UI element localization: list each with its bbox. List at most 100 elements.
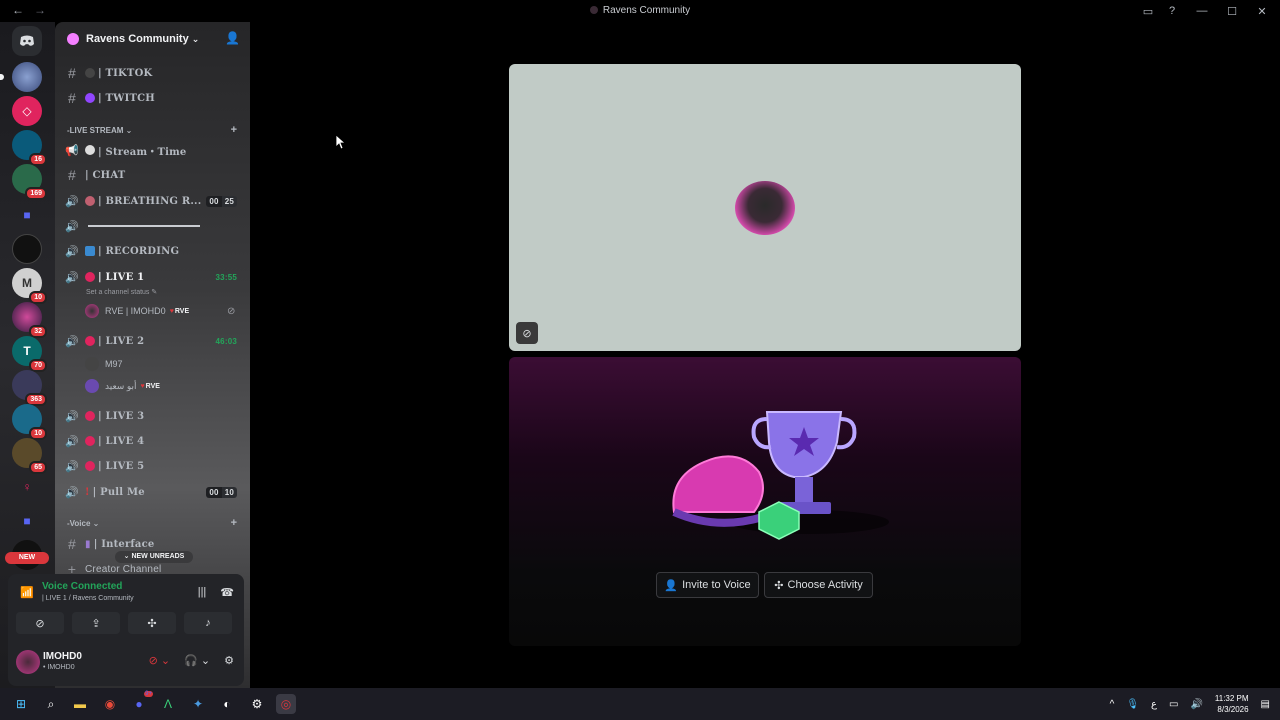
voice-buttons: ⊘ ⇪ ✣ ♪: [16, 612, 232, 634]
server-icon-1[interactable]: [0, 62, 42, 92]
category-live-stream[interactable]: -LIVE STREAM ⌄ +: [67, 123, 243, 137]
windows-start-icon[interactable]: ⊞: [11, 694, 31, 714]
add-channel-icon[interactable]: +: [231, 124, 237, 136]
server-icon-8[interactable]: T 70: [12, 336, 47, 372]
server-icon-9[interactable]: 363: [12, 370, 47, 406]
search-icon[interactable]: ⌕: [41, 694, 61, 714]
channel-stream-time[interactable]: 📢 | Stream・Time: [63, 139, 243, 161]
server-icon-5[interactable]: [12, 234, 42, 264]
minimize-icon[interactable]: —: [1184, 5, 1220, 17]
discord-app-icon[interactable]: ● 9+: [129, 691, 153, 714]
user-status-text: • IMOHD0: [43, 664, 75, 671]
microphone-icon[interactable]: 🎙: [1126, 699, 1139, 710]
avatar[interactable]: [16, 650, 40, 674]
maximize-icon[interactable]: ☐: [1220, 5, 1244, 18]
channel-breathing[interactable]: 🔊 | BREATHING R... 00 25: [63, 190, 243, 212]
add-channel-icon[interactable]: +: [231, 517, 237, 529]
chevron-up-icon[interactable]: ^: [1110, 699, 1115, 710]
video-tile-user[interactable]: ⊘: [509, 64, 1021, 351]
voice-actions: ||| ☎: [198, 586, 234, 599]
channel-live-5[interactable]: 🔊 | LIVE 5: [63, 455, 243, 477]
channel-status[interactable]: Set a channel status ✎: [86, 288, 157, 296]
steam-icon[interactable]: ⚙: [247, 694, 267, 714]
notifications-icon[interactable]: ▤: [1261, 699, 1270, 710]
add-user-icon[interactable]: 👤: [225, 31, 240, 45]
folder-icon[interactable]: ■: [12, 200, 42, 230]
clock[interactable]: 11:32 PM 8/3/2026: [1215, 693, 1249, 715]
server-icon-10[interactable]: 10: [12, 404, 47, 440]
channel-twitch[interactable]: # | TWITCH: [63, 87, 243, 109]
help-icon[interactable]: ?: [1160, 5, 1184, 17]
noise-suppression-icon[interactable]: |||: [198, 586, 207, 599]
terminal-app-icon[interactable]: Λ: [158, 694, 178, 714]
user-controls: ⊘ ⌄ 🎧 ⌄ ⚙: [149, 654, 234, 667]
voice-member[interactable]: RVE | IMOHD0 ♥RVE: [85, 302, 189, 320]
channel-label: | LIVE 2: [98, 335, 145, 347]
username[interactable]: IMOHD0: [43, 651, 82, 662]
app-icon-2[interactable]: ◐: [217, 694, 237, 714]
headphones-icon[interactable]: 🎧 ⌄: [184, 654, 210, 667]
soundboard-button[interactable]: ♪: [184, 612, 232, 634]
app-icon[interactable]: ✦: [188, 694, 208, 714]
channel-chat[interactable]: # | CHAT: [63, 164, 243, 186]
voice-location[interactable]: | LIVE 1 / Ravens Community: [42, 595, 134, 602]
guild-header[interactable]: Ravens Community ⌄ 👤: [55, 22, 250, 56]
channel-live-4[interactable]: 🔊 | LIVE 4: [63, 430, 243, 452]
inbox-icon[interactable]: ▭: [1136, 5, 1160, 18]
activities-button[interactable]: ✣: [128, 612, 176, 634]
voice-member[interactable]: أبو سعيد ♥RVE: [85, 377, 160, 395]
voice-member[interactable]: M97: [85, 355, 123, 373]
invite-to-voice-button[interactable]: 👤 Invite to Voice: [656, 572, 759, 598]
chrome-icon[interactable]: ◉: [100, 694, 120, 714]
signal-icon[interactable]: 📶: [20, 586, 34, 599]
server-icon-2[interactable]: ◇: [12, 96, 42, 126]
channel-live-3[interactable]: 🔊 | LIVE 3: [63, 405, 243, 427]
user-count: 00 10: [206, 486, 237, 498]
system-tray: ^ 🎙 ع ▭ 🔊 11:32 PM 8/3/2026 ▤: [1110, 688, 1270, 720]
channel-live-1[interactable]: 🔊 | LIVE 1 33:55: [63, 266, 243, 288]
file-explorer-icon[interactable]: ▬: [70, 694, 90, 714]
member-name: M97: [105, 359, 123, 369]
language-indicator[interactable]: ع: [1151, 699, 1157, 710]
channel-live-2[interactable]: 🔊 | LIVE 2 46:03: [63, 330, 243, 352]
server-icon-11[interactable]: 65: [12, 438, 47, 474]
disconnect-icon[interactable]: ☎: [220, 586, 234, 599]
live-emoji-icon: [85, 272, 95, 282]
clock-emoji-icon: [85, 145, 95, 155]
activities-icon: ✣: [774, 579, 784, 592]
server-dot-icon: [589, 6, 598, 14]
server-icon-3[interactable]: 16: [12, 130, 47, 166]
server-icon-7[interactable]: 32: [12, 302, 47, 338]
category-voice[interactable]: -Voice ⌄ +: [67, 516, 243, 530]
text-channel-icon: #: [68, 167, 76, 183]
chevron-down-icon: ⌄: [191, 33, 200, 44]
channel-recording[interactable]: 🔊 | RECORDING: [63, 240, 243, 262]
voice-panel: 📶 Voice Connected | LIVE 1 / Ravens Comm…: [8, 574, 244, 640]
volume-icon[interactable]: 🔊: [1190, 699, 1202, 710]
network-icon[interactable]: ▭: [1169, 699, 1178, 710]
speaker-icon: 🔊: [65, 219, 79, 233]
camera-button[interactable]: ⊘: [16, 612, 64, 634]
voice-status[interactable]: Voice Connected: [42, 581, 122, 592]
folder-icon-2[interactable]: ■: [12, 506, 42, 536]
user-count: 00 25: [206, 195, 237, 207]
mic-muted-icon[interactable]: ⊘ ⌄: [149, 654, 171, 667]
clock-time: 11:32 PM: [1214, 694, 1249, 703]
guild-icon: [67, 33, 79, 45]
server-icon-4[interactable]: 169: [12, 164, 47, 200]
role-tag-text: RVE: [145, 382, 160, 390]
gear-icon[interactable]: ⚙: [224, 654, 234, 667]
server-icon-6[interactable]: M 10: [12, 268, 47, 304]
muted-mic-icon: ⊘: [227, 306, 236, 317]
speaker-icon: 🔊: [65, 434, 79, 448]
text-channel-icon: #: [68, 65, 76, 81]
discord-home-icon[interactable]: [12, 26, 42, 56]
server-icon-12[interactable]: ♀: [12, 472, 42, 502]
share-screen-button[interactable]: ⇪: [72, 612, 120, 634]
close-icon[interactable]: ✕: [1244, 5, 1280, 18]
obs-icon[interactable]: ◎: [276, 694, 296, 714]
channel-pull-me[interactable]: 🔊! | Pull Me 00 10: [63, 481, 243, 503]
choose-activity-button[interactable]: ✣ Choose Activity: [764, 572, 873, 598]
channel-tiktok[interactable]: # | TIKTOK: [63, 62, 243, 84]
channel-label: | LIVE 5: [98, 460, 145, 472]
